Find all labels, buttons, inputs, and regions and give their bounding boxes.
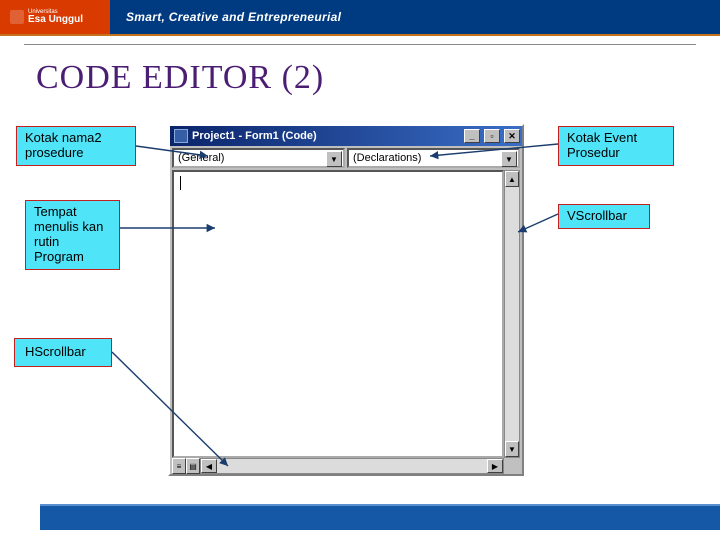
footer-bar [40, 504, 720, 530]
procedure-combo[interactable]: (Declarations) ▼ [347, 148, 520, 168]
window-title: Project1 - Form1 (Code) [192, 130, 460, 142]
banner-underline [0, 34, 720, 36]
horizontal-scrollbar[interactable]: ◀ ▶ [200, 458, 504, 474]
form-icon [174, 129, 188, 143]
close-button[interactable]: ✕ [504, 129, 520, 143]
view-mode-buttons: ≡ ▤ [172, 458, 200, 474]
procedure-combo-value: (Declarations) [353, 152, 421, 164]
code-textarea[interactable] [172, 170, 504, 458]
top-banner: Universitas Esa Unggul Smart, Creative a… [0, 0, 720, 34]
maximize-button[interactable]: ▫ [484, 129, 500, 143]
chevron-down-icon[interactable]: ▼ [501, 151, 517, 167]
callout-event-procedure-box: Kotak Event Prosedur [558, 126, 674, 166]
object-combo-value: (General) [178, 152, 224, 164]
shield-icon [10, 10, 24, 24]
brand-name: Esa Unggul [28, 15, 83, 25]
scroll-right-button[interactable]: ▶ [487, 459, 503, 473]
scroll-left-button[interactable]: ◀ [201, 459, 217, 473]
scroll-up-button[interactable]: ▲ [505, 171, 519, 187]
chevron-down-icon[interactable]: ▼ [326, 151, 342, 167]
procedure-view-button[interactable]: ≡ [172, 458, 186, 474]
scroll-down-button[interactable]: ▼ [505, 441, 519, 457]
slide-stage: Kotak nama2 prosedure Kotak Event Prosed… [0, 98, 720, 498]
full-module-view-button[interactable]: ▤ [186, 458, 200, 474]
brand-logo: Universitas Esa Unggul [0, 9, 110, 25]
combo-row: (General) ▼ (Declarations) ▼ [170, 146, 522, 170]
banner-tagline: Smart, Creative and Entrepreneurial [110, 10, 341, 24]
window-titlebar[interactable]: Project1 - Form1 (Code) _ ▫ ✕ [170, 126, 522, 146]
object-combo[interactable]: (General) ▼ [172, 148, 345, 168]
code-area-container: ▲ ▼ ≡ ▤ ◀ ▶ [172, 170, 520, 474]
code-editor-window: Project1 - Form1 (Code) _ ▫ ✕ (General) … [168, 124, 524, 476]
callout-hscrollbar: HScrollbar [14, 338, 112, 367]
callout-code-area: Tempat menulis kan rutin Program [25, 200, 120, 270]
vertical-scrollbar[interactable]: ▲ ▼ [504, 170, 520, 458]
scrollbar-corner [504, 458, 520, 474]
text-cursor [180, 176, 181, 190]
page-title: CODE EDITOR (2) [0, 45, 720, 105]
callout-vscrollbar: VScrollbar [558, 204, 650, 229]
minimize-button[interactable]: _ [464, 129, 480, 143]
callout-procedure-name-box: Kotak nama2 prosedure [16, 126, 136, 166]
